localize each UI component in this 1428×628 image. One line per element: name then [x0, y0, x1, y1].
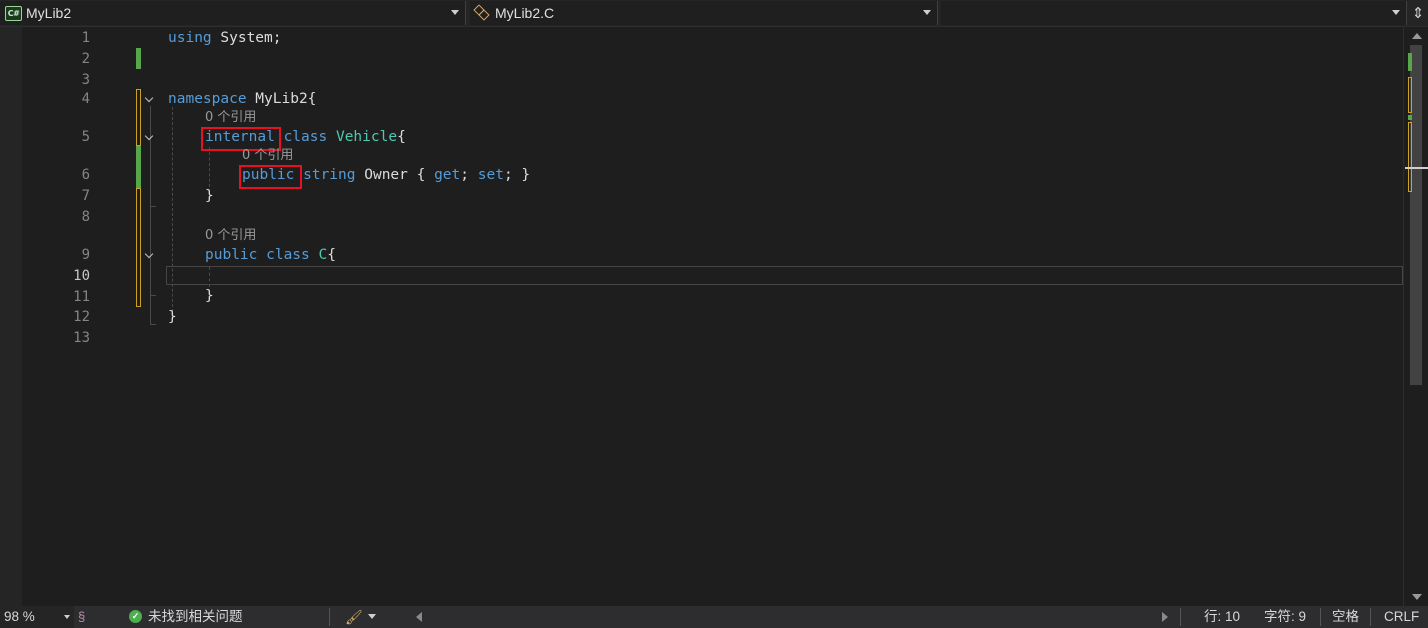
collapse-class-c-toggle[interactable] — [144, 250, 156, 262]
code-text: { — [327, 247, 336, 263]
char-indicator[interactable]: 字符: 9 — [1264, 606, 1306, 628]
line-number: 5 — [81, 129, 90, 145]
keyword-public: public — [205, 247, 258, 263]
scroll-change-marker — [1408, 77, 1412, 113]
type-dropdown[interactable]: MyLib2.C — [470, 1, 938, 25]
csharp-icon: C# — [5, 5, 22, 21]
code-text: ; — [460, 167, 478, 183]
keyword-namespace: namespace — [168, 91, 247, 107]
issues-status[interactable]: 未找到相关问题 — [148, 606, 243, 628]
line-number: 6 — [81, 167, 90, 183]
member-dropdown[interactable] — [941, 1, 1407, 25]
split-window-icon[interactable]: ⇕ — [1410, 4, 1426, 22]
codelens-references[interactable]: 0 个引用 — [205, 110, 256, 126]
project-dropdown[interactable]: C# MyLib2 — [0, 1, 466, 25]
keyword-get: get — [434, 167, 461, 183]
line-number-active: 10 — [73, 268, 90, 284]
scroll-down-icon[interactable] — [1412, 594, 1422, 600]
collapse-namespace-toggle[interactable] — [144, 94, 156, 106]
scroll-change-marker — [1408, 122, 1412, 192]
line-ending[interactable]: CRLF — [1384, 606, 1419, 628]
line-number: 9 — [81, 247, 90, 263]
code-line-9[interactable]: public class C{ — [205, 245, 336, 265]
navigation-bar: C# MyLib2 MyLib2.C ⇕ — [0, 0, 1428, 27]
code-editor[interactable]: 1 2 3 4 5 6 7 8 9 10 11 12 13 using Syst… — [0, 27, 1428, 606]
project-dropdown-label: MyLib2 — [26, 5, 72, 21]
line-number: 8 — [81, 209, 90, 225]
chevron-down-icon — [451, 10, 459, 15]
keyword-set: set — [477, 167, 504, 183]
collapse-vehicle-toggle[interactable] — [144, 132, 156, 144]
highlight-box-public — [239, 165, 302, 189]
keyword-using: using — [168, 30, 212, 46]
glyph-margin — [0, 27, 22, 606]
indent-mode[interactable]: 空格 — [1332, 606, 1359, 628]
indent-guide — [172, 107, 173, 317]
current-line-highlight — [166, 266, 1403, 285]
line-number: 1 — [81, 30, 90, 46]
code-line-4[interactable]: namespace MyLib2{ — [168, 89, 316, 109]
code-text: Owner { — [355, 167, 435, 183]
status-bar: 98 % § ✓ 未找到相关问题 🖌 行: 10 字符: 9 空格 CRLF — [0, 606, 1428, 628]
vertical-scrollbar[interactable] — [1403, 27, 1428, 606]
line-indicator[interactable]: 行: 10 — [1204, 606, 1240, 628]
change-marker-unsaved — [136, 188, 141, 307]
indent-guide — [209, 147, 210, 187]
type-name: Vehicle — [327, 129, 398, 145]
copilot-icon[interactable]: § — [78, 609, 94, 625]
line-number: 3 — [81, 72, 90, 88]
outline-line — [150, 324, 156, 325]
code-text: MyLib2{ — [246, 91, 317, 107]
codelens-references[interactable]: 0 个引用 — [205, 228, 256, 244]
code-line-1[interactable]: using System; — [168, 28, 282, 48]
type-dropdown-label: MyLib2.C — [495, 5, 555, 21]
change-marker-saved — [136, 146, 141, 188]
code-text: } — [205, 288, 214, 304]
keyword-string: string — [294, 167, 356, 183]
line-number: 4 — [81, 91, 90, 107]
zoom-level: 98 % — [4, 609, 35, 624]
status-separator — [329, 608, 330, 626]
status-separator — [1320, 608, 1321, 626]
class-icon — [473, 4, 492, 21]
scroll-caret-marker — [1405, 167, 1428, 169]
status-separator — [1370, 608, 1371, 626]
line-number: 11 — [73, 289, 90, 305]
scroll-change-marker — [1408, 53, 1412, 71]
scroll-right-icon[interactable] — [1162, 612, 1168, 622]
check-icon: ✓ — [129, 610, 142, 623]
code-line-12[interactable]: } — [168, 307, 177, 327]
line-number: 2 — [81, 51, 90, 67]
codelens-references[interactable]: 0 个引用 — [242, 148, 293, 164]
code-text: } — [205, 188, 214, 204]
scroll-left-icon[interactable] — [416, 612, 422, 622]
line-number: 7 — [81, 188, 90, 204]
keyword-class: class — [257, 247, 310, 263]
code-text: ; } — [503, 167, 531, 183]
change-marker-saved — [136, 48, 141, 69]
scroll-change-marker — [1408, 115, 1412, 120]
code-line-11[interactable]: } — [205, 286, 214, 306]
line-number: 12 — [73, 309, 90, 325]
outline-line — [150, 206, 156, 207]
chevron-down-icon — [1392, 10, 1400, 15]
code-text: System; — [211, 30, 282, 46]
chevron-down-icon — [64, 615, 70, 619]
zoom-dropdown[interactable]: 98 % — [0, 606, 74, 628]
status-separator — [1180, 608, 1181, 626]
code-text: { — [397, 129, 406, 145]
type-name: C — [309, 247, 328, 263]
change-marker-unsaved — [136, 89, 141, 146]
outline-line — [150, 295, 156, 296]
chevron-down-icon[interactable] — [368, 614, 376, 619]
chevron-down-icon — [923, 10, 931, 15]
keyword-class: class — [274, 129, 328, 145]
scroll-up-icon[interactable] — [1412, 33, 1422, 39]
code-line-7[interactable]: } — [205, 186, 214, 206]
line-number: 13 — [73, 330, 90, 346]
code-text: } — [168, 309, 177, 325]
